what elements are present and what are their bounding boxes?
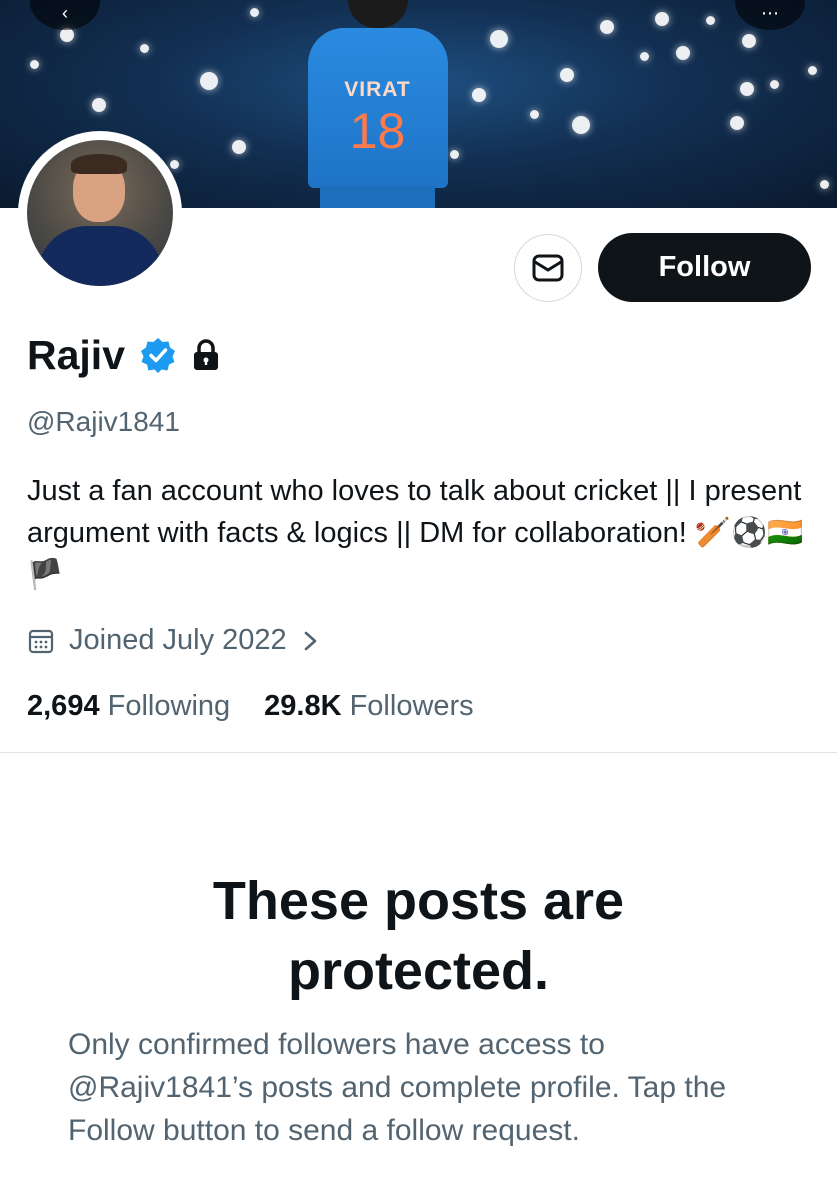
chevron-right-icon <box>304 631 316 650</box>
verified-badge-icon[interactable] <box>139 336 177 374</box>
display-name-row: Rajiv <box>27 330 221 380</box>
protected-title: These posts are protected. <box>212 871 625 1001</box>
following-count: 2,694 <box>27 690 100 722</box>
following-link[interactable]: 2,694 Following <box>27 690 230 723</box>
followers-link[interactable]: 29.8K Followers <box>264 690 474 723</box>
lock-icon <box>194 339 218 370</box>
followers-label: Followers <box>349 690 474 722</box>
display-name: Rajiv <box>27 332 125 378</box>
message-button[interactable] <box>514 234 582 302</box>
following-label: Following <box>107 690 231 722</box>
user-handle: @Rajiv1841 <box>27 406 180 437</box>
avatar-image <box>27 140 173 286</box>
jersey-name: VIRAT <box>344 78 411 101</box>
banner-player-image: VIRAT 18 <box>300 0 455 208</box>
avatar[interactable] <box>18 131 182 295</box>
follow-stats: 2,694 Following 29.8K Followers <box>27 690 474 723</box>
jersey-number: 18 <box>349 103 406 159</box>
profile-bio: Just a fan account who loves to talk abo… <box>27 475 804 591</box>
section-divider <box>0 752 837 753</box>
calendar-icon <box>28 629 54 653</box>
protected-message: Only confirmed followers have access to … <box>68 1028 727 1147</box>
joined-date-row[interactable]: Joined July 2022 <box>27 624 321 657</box>
follow-button[interactable]: Follow <box>598 233 811 302</box>
followers-count: 29.8K <box>264 690 342 722</box>
joined-date: Joined July 2022 <box>69 624 287 656</box>
mail-icon <box>532 254 564 282</box>
